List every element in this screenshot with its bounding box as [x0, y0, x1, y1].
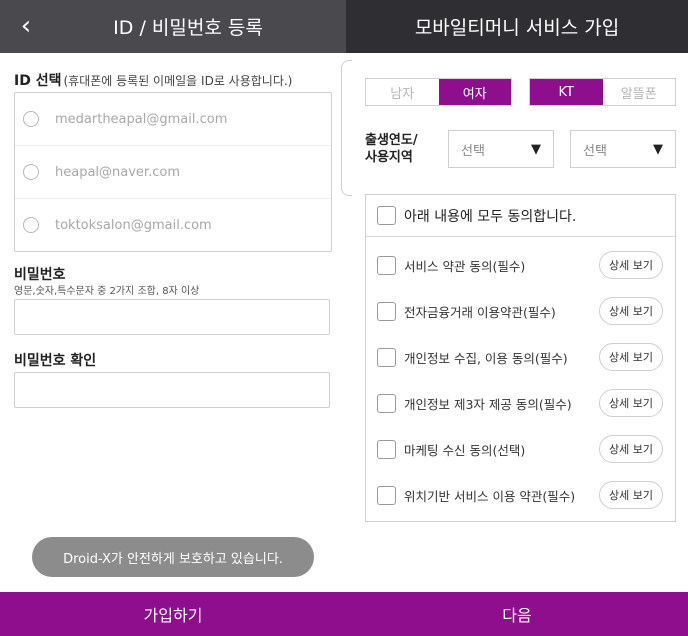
detail-button[interactable]: 상세 보기 — [599, 343, 663, 371]
agreement-text: 개인정보 수집, 이용 동의(필수) — [404, 350, 568, 366]
signup-button[interactable]: 가입하기 — [0, 592, 346, 636]
agreement-checkbox[interactable] — [377, 485, 396, 505]
carrier-toggle: KT 알뜰폰 — [529, 78, 676, 106]
email-option[interactable]: heapal@naver.com — [15, 146, 331, 199]
birth-year-value: 선택 — [461, 143, 485, 159]
detail-button[interactable]: 상세 보기 — [599, 251, 663, 279]
id-hint: (휴대폰에 등록된 이메일을 ID로 사용합니다.) — [63, 74, 293, 88]
agreement-text: 서비스 약관 동의(필수) — [404, 258, 526, 274]
id-label-text: ID 선택 — [14, 73, 62, 89]
agreement-checkbox[interactable] — [377, 255, 396, 275]
next-button[interactable]: 다음 — [346, 592, 688, 636]
caret-down-icon: ▼ — [531, 141, 541, 157]
region-select[interactable]: 선택 ▼ — [570, 130, 676, 168]
radio-icon[interactable] — [23, 217, 39, 233]
agreement-text: 마케팅 수신 동의(선택) — [404, 442, 526, 458]
agreement-box: 아래 내용에 모두 동의합니다. 서비스 약관 동의(필수) 상세 보기 전자금… — [365, 194, 676, 522]
agreement-row: 마케팅 수신 동의(선택) 상세 보기 — [366, 433, 675, 465]
agree-all-checkbox[interactable] — [377, 206, 396, 225]
agree-all-text: 아래 내용에 모두 동의합니다. — [404, 208, 577, 225]
email-option[interactable]: toktoksalon@gmail.com — [15, 199, 331, 251]
gender-toggle: 남자 여자 — [365, 78, 512, 106]
email-text: heapal@naver.com — [55, 164, 180, 180]
detail-button[interactable]: 상세 보기 — [599, 389, 663, 417]
radio-icon[interactable] — [23, 164, 39, 180]
agreement-checkbox[interactable] — [377, 347, 396, 367]
page-title: ID / 비밀번호 등록 — [113, 17, 263, 39]
agreement-row: 전자금융거래 이용약관(필수) 상세 보기 — [366, 295, 675, 327]
panel-edge-divider — [341, 60, 352, 196]
agreement-row: 개인정보 제3자 제공 동의(필수) 상세 보기 — [366, 387, 675, 419]
detail-button[interactable]: 상세 보기 — [599, 297, 663, 325]
region-value: 선택 — [583, 143, 607, 159]
detail-button[interactable]: 상세 보기 — [599, 435, 663, 463]
carrier-kt-button[interactable]: KT — [530, 79, 603, 105]
birth-region-label: 출생연도/ 사용지역 — [365, 132, 418, 166]
agreement-row: 서비스 약관 동의(필수) 상세 보기 — [366, 249, 675, 281]
birth-label-line1: 출생연도/ — [365, 133, 418, 148]
back-icon[interactable]: ‹ — [12, 10, 40, 42]
agreement-checkbox[interactable] — [377, 439, 396, 459]
caret-down-icon: ▼ — [653, 141, 663, 157]
password-label: 비밀번호 — [14, 267, 66, 283]
birth-year-select[interactable]: 선택 ▼ — [448, 130, 554, 168]
agreement-row: 위치기반 서비스 이용 약관(필수) 상세 보기 — [366, 479, 675, 511]
agreement-text: 개인정보 제3자 제공 동의(필수) — [404, 396, 572, 412]
gender-male-button[interactable]: 남자 — [366, 79, 439, 105]
email-text: medartheapal@gmail.com — [55, 111, 228, 127]
email-text: toktoksalon@gmail.com — [55, 217, 212, 233]
detail-button[interactable]: 상세 보기 — [599, 481, 663, 509]
birth-label-line2: 사용지역 — [365, 150, 413, 165]
agree-all-row[interactable]: 아래 내용에 모두 동의합니다. — [366, 195, 675, 237]
agreement-row: 개인정보 수집, 이용 동의(필수) 상세 보기 — [366, 341, 675, 373]
email-option[interactable]: medartheapal@gmail.com — [15, 93, 331, 146]
service-title: 모바일티머니 서비스 가입 — [346, 0, 688, 53]
password-confirm-input[interactable] — [14, 372, 330, 408]
password-input[interactable] — [14, 299, 330, 335]
email-list: medartheapal@gmail.com heapal@naver.com … — [14, 92, 332, 252]
password-confirm-label: 비밀번호 확인 — [14, 353, 97, 369]
agreement-text: 위치기반 서비스 이용 약관(필수) — [404, 488, 576, 504]
agreement-checkbox[interactable] — [377, 301, 396, 321]
radio-icon[interactable] — [23, 111, 39, 127]
security-toast: Droid-X가 안전하게 보호하고 있습니다. — [32, 537, 314, 577]
left-header: ‹ ID / 비밀번호 등록 — [0, 0, 346, 53]
agreement-text: 전자금융거래 이용약관(필수) — [404, 304, 556, 320]
gender-female-button[interactable]: 여자 — [438, 79, 511, 105]
id-select-label: ID 선택 (휴대폰에 등록된 이메일을 ID로 사용합니다.) — [14, 70, 292, 90]
password-hint: 영문,숫자,특수문자 중 2가지 조합, 8자 이상 — [14, 286, 200, 297]
carrier-mvno-button[interactable]: 알뜰폰 — [602, 79, 675, 105]
agreement-checkbox[interactable] — [377, 393, 396, 413]
